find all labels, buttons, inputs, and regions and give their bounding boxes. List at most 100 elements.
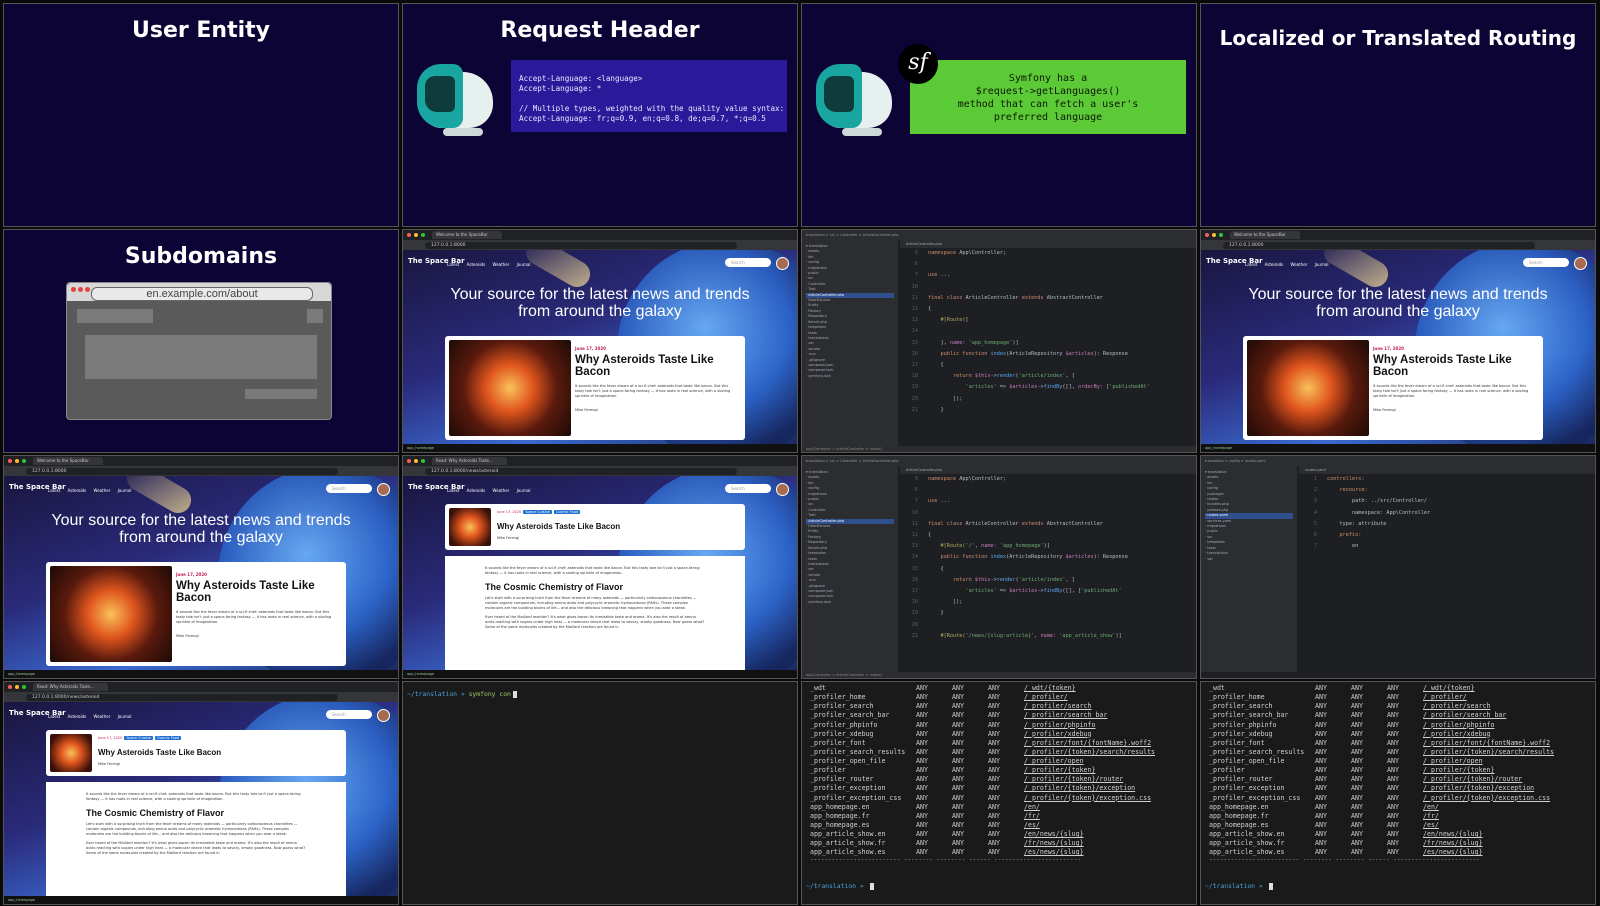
- debug-toolbar[interactable]: app_homepage: [403, 670, 797, 678]
- search-input[interactable]: Search: [725, 484, 771, 493]
- slide-subdomains: Subdomains en.example.com/about: [3, 229, 399, 453]
- site-nav[interactable]: Latest Asteroids Weather Journal: [48, 714, 131, 719]
- ide-routes-yaml: translation > config > routes.yaml ▾ tra…: [1200, 455, 1596, 679]
- slide-title: Localized or Translated Routing: [1219, 26, 1577, 50]
- article-date: June 17, 2020: [497, 510, 522, 514]
- site-nav[interactable]: Latest Asteroids Weather Journal: [447, 262, 530, 267]
- debug-toolbar[interactable]: app_homepage: [4, 896, 398, 904]
- route-row: _profiler_font ANY ANY ANY/_profiler/font/{…: [810, 738, 1152, 747]
- code-snippet: Accept-Language: <language> Accept-Langu…: [511, 60, 787, 132]
- site-nav[interactable]: Latest Asteroids Weather Journal: [447, 488, 530, 493]
- route-row: _profiler_open_file ANY ANY ANY/_profiler/o…: [1209, 757, 1483, 765]
- tag-badge[interactable]: Cosmic Food: [553, 510, 581, 514]
- debug-toolbar[interactable]: app_homepage: [4, 670, 398, 678]
- code-editor[interactable]: ArticleController.php 5 namespace App\Con…: [900, 240, 1196, 446]
- avatar[interactable]: [377, 483, 390, 496]
- site-nav[interactable]: Latest Asteroids Weather Journal: [48, 488, 131, 493]
- browser-article-2: Read: Why Asteroids Taste... 127.0.0.1:8…: [3, 681, 399, 905]
- editor-tab[interactable]: routes.yaml: [1299, 466, 1595, 474]
- code-editor[interactable]: routes.yaml 1 controllers: 2 resource: 3 pa…: [1299, 466, 1595, 672]
- article-card[interactable]: June 17, 2020 Why Asteroids Taste Like B…: [1243, 336, 1543, 440]
- article-title[interactable]: Why Asteroids Taste Like Bacon: [176, 580, 336, 604]
- article-thumbnail[interactable]: [50, 566, 172, 662]
- route-row: _profiler_home ANY ANY ANY/_profiler/: [1209, 693, 1467, 702]
- article-date: June 17, 2020: [575, 346, 606, 351]
- editor-tab[interactable]: ArticleController.php: [900, 466, 1196, 474]
- symfony-note: Symfony has a $request->getLanguages() m…: [910, 60, 1186, 134]
- tag-badge[interactable]: Space Cuisine: [523, 510, 552, 514]
- browser-homepage-2: Welcome to the SpaceBar 127.0.0.1:8000 T…: [1200, 229, 1596, 453]
- ide-status: app\Controller > ArticleController > ind…: [802, 446, 1196, 452]
- route-row: _profiler_router ANY ANY ANY/_profiler/{tok…: [810, 775, 1124, 784]
- tree-item[interactable]: · var: [1205, 557, 1293, 562]
- computer-icon: [417, 64, 499, 138]
- browser-tab[interactable]: Read: Why Asteroids Taste...: [432, 457, 507, 465]
- search-input[interactable]: Search: [725, 258, 771, 267]
- terminal-prompt[interactable]: ~/translation »: [1205, 882, 1273, 890]
- tree-item[interactable]: · symfony.lock: [806, 374, 894, 379]
- article-body: It sounds like the fever dream of a sci-…: [445, 556, 745, 670]
- route-row: _profiler_xdebug ANY ANY ANY/_profiler/xdeb…: [810, 729, 1092, 738]
- route-row: _profiler_phpinfo ANY ANY ANY/_profiler/php…: [810, 720, 1096, 729]
- route-row: _wdt ANY ANY ANY/_wdt/{token}: [1209, 684, 1475, 692]
- browser-tab[interactable]: Welcome to the SpaceBar: [1230, 231, 1300, 239]
- editor-tab[interactable]: ArticleController.php: [900, 240, 1196, 248]
- article-thumbnail[interactable]: [1247, 340, 1369, 436]
- article-title: Why Asteroids Taste Like Bacon: [497, 522, 621, 531]
- article-thumbnail[interactable]: [449, 340, 571, 436]
- search-input[interactable]: Search: [326, 484, 372, 493]
- project-tree[interactable]: ▾ translation · assets · bin · config · …: [802, 240, 898, 446]
- article-excerpt: It sounds like the fever dream of a sci-…: [176, 610, 332, 624]
- tree-item[interactable]: · symfony.lock: [806, 600, 894, 605]
- avatar[interactable]: [776, 483, 789, 496]
- route-row: app_article_show.en ANY ANY ANY/en/news/{sl…: [810, 830, 1084, 838]
- hero-tagline: Your source for the latest news and tren…: [450, 286, 750, 320]
- article-card[interactable]: June 17, 2020 Why Asteroids Taste Like B…: [46, 562, 346, 666]
- article-author: Mike Ferengi: [497, 536, 520, 540]
- terminal-prompt[interactable]: ~/translation » symfony con: [407, 690, 517, 698]
- route-row: app_homepage.es ANY ANY ANY/es/: [1209, 820, 1439, 829]
- route-row: _profiler_exception ANY ANY ANY/_profiler/{…: [1209, 784, 1535, 793]
- article-title[interactable]: Why Asteroids Taste Like Bacon: [575, 354, 735, 378]
- route-row: _profiler_exception_css ANY ANY ANY/_profil…: [1209, 793, 1551, 802]
- debug-toolbar[interactable]: app_homepage: [403, 444, 797, 452]
- route-list: _wdt ANY ANY ANY/_wdt/{token} _profiler_home…: [1209, 684, 1554, 857]
- avatar[interactable]: [776, 257, 789, 270]
- project-tree[interactable]: ▾ translation · assets · bin · config · …: [1201, 466, 1297, 672]
- url-bar[interactable]: 127.0.0.1:8000: [26, 467, 338, 475]
- url-bar[interactable]: 127.0.0.1:8000/news/asteroid: [425, 467, 737, 475]
- tag-badge[interactable]: Cosmic Food: [154, 736, 182, 740]
- browser-tab[interactable]: Read: Why Asteroids Taste...: [33, 683, 108, 691]
- url-bar[interactable]: 127.0.0.1:8000: [425, 241, 737, 249]
- article-header-card: June 17, 2020 Space Cuisine Cosmic Food Wh…: [445, 504, 745, 550]
- url-bar[interactable]: 127.0.0.1:8000/news/asteroid: [26, 693, 338, 701]
- article-thumbnail: [449, 508, 491, 546]
- browser-tab[interactable]: Welcome to the SpaceBar: [432, 231, 502, 239]
- site-nav[interactable]: Latest Asteroids Weather Journal: [1245, 262, 1328, 267]
- url-bar[interactable]: 127.0.0.1:8000: [1223, 241, 1535, 249]
- search-input[interactable]: Search: [326, 710, 372, 719]
- route-row: _profiler_open_file ANY ANY ANY/_profiler/o…: [810, 757, 1084, 765]
- article-heading: The Cosmic Chemistry of Flavor: [86, 808, 225, 818]
- code-line: 3 path: ../src/Controller/: [1313, 498, 1427, 505]
- project-tree[interactable]: ▾ translation · assets · bin · config · …: [802, 466, 898, 672]
- browser-homepage-1: Welcome to the SpaceBar 127.0.0.1:8000 T…: [402, 229, 798, 453]
- route-row: _wdt ANY ANY ANY/_wdt/{token}: [810, 684, 1076, 692]
- search-input[interactable]: Search: [1523, 258, 1569, 267]
- route-row: _profiler_xdebug ANY ANY ANY/_profiler/xdeb…: [1209, 729, 1491, 738]
- debug-toolbar[interactable]: app_homepage: [1201, 444, 1595, 452]
- terminal-prompt[interactable]: ~/translation »: [806, 882, 874, 890]
- terminal-command: ~/translation » symfony con: [402, 681, 798, 905]
- code-line: 2 resource:: [1313, 487, 1368, 494]
- avatar[interactable]: [377, 709, 390, 722]
- article-title[interactable]: Why Asteroids Taste Like Bacon: [1373, 354, 1533, 378]
- article-card[interactable]: June 17, 2020 Why Asteroids Taste Like B…: [445, 336, 745, 440]
- ide-status: app\Controller > ArticleController > ind…: [802, 672, 1196, 678]
- route-row: _profiler_search_bar ANY ANY ANY/_profiler/…: [1209, 711, 1507, 720]
- browser-tab[interactable]: Welcome to the SpaceBar: [33, 457, 103, 465]
- article-header-card: June 17, 2020 Space Cuisine Cosmic Food Wh…: [46, 730, 346, 776]
- avatar[interactable]: [1574, 257, 1587, 270]
- route-row: _profiler_phpinfo ANY ANY ANY/_profiler/php…: [1209, 720, 1495, 729]
- tag-badge[interactable]: Space Cuisine: [124, 736, 153, 740]
- code-editor[interactable]: ArticleController.php 5 namespace App\Con…: [900, 466, 1196, 672]
